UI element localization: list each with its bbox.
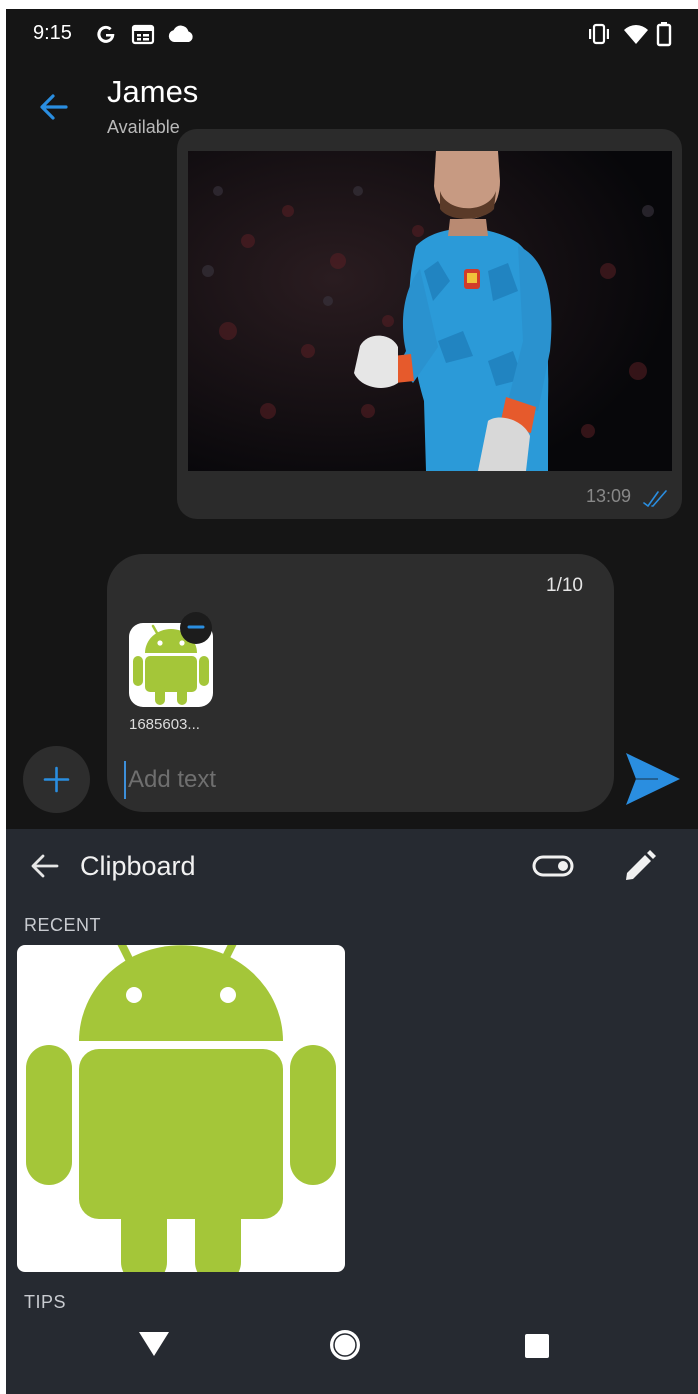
minus-icon	[187, 625, 205, 629]
android-robot-icon	[26, 945, 336, 1272]
contact-name[interactable]: James	[107, 74, 198, 110]
wifi-icon	[624, 25, 648, 44]
clipboard-edit-button[interactable]	[621, 849, 657, 885]
calendar-icon	[131, 24, 155, 45]
message-photo[interactable]	[188, 151, 672, 471]
arrow-back-icon	[31, 854, 59, 878]
vibrate-icon	[589, 23, 609, 45]
remove-attachment-button[interactable]	[180, 612, 212, 644]
clipboard-panel: Clipboard RECENT TIPS	[6, 829, 698, 1394]
plus-icon	[43, 766, 70, 793]
circle-home-icon	[330, 1330, 360, 1360]
nav-home-button[interactable]	[328, 1328, 362, 1362]
google-g-icon	[97, 25, 115, 43]
triangle-down-icon	[139, 1332, 169, 1356]
tips-section-label: TIPS	[24, 1292, 67, 1312]
recent-section-label: RECENT	[24, 915, 102, 935]
goalkeeper-photo	[188, 151, 672, 471]
attachment-count: 1/10	[546, 575, 583, 596]
phone-screen: 9:15 James Available 13:09 1/10 1685603.…	[6, 9, 698, 1394]
clipboard-item-image[interactable]	[17, 945, 345, 1272]
pencil-icon	[626, 850, 656, 880]
contact-status: Available	[107, 117, 180, 137]
toggle-icon	[532, 855, 574, 877]
arrow-back-icon	[40, 94, 68, 120]
message-time: 13:09	[586, 486, 632, 506]
nav-back-button[interactable]	[136, 1328, 172, 1360]
clipboard-title: Clipboard	[80, 851, 196, 881]
double-check-icon	[643, 490, 667, 507]
attach-button[interactable]	[23, 746, 90, 813]
message-text-input[interactable]	[124, 761, 594, 799]
battery-icon	[656, 22, 672, 47]
back-button[interactable]	[34, 87, 74, 127]
clipboard-back-button[interactable]	[28, 849, 62, 883]
cloud-icon	[168, 25, 193, 42]
status-time: 9:15	[33, 22, 72, 44]
send-icon	[626, 753, 680, 805]
attachment-filename: 1685603...	[129, 716, 200, 733]
status-bar: 9:15	[6, 9, 698, 61]
send-button[interactable]	[618, 747, 684, 811]
clipboard-toggle[interactable]	[532, 852, 576, 880]
square-recents-icon	[525, 1334, 549, 1358]
nav-recents-button[interactable]	[522, 1331, 552, 1361]
